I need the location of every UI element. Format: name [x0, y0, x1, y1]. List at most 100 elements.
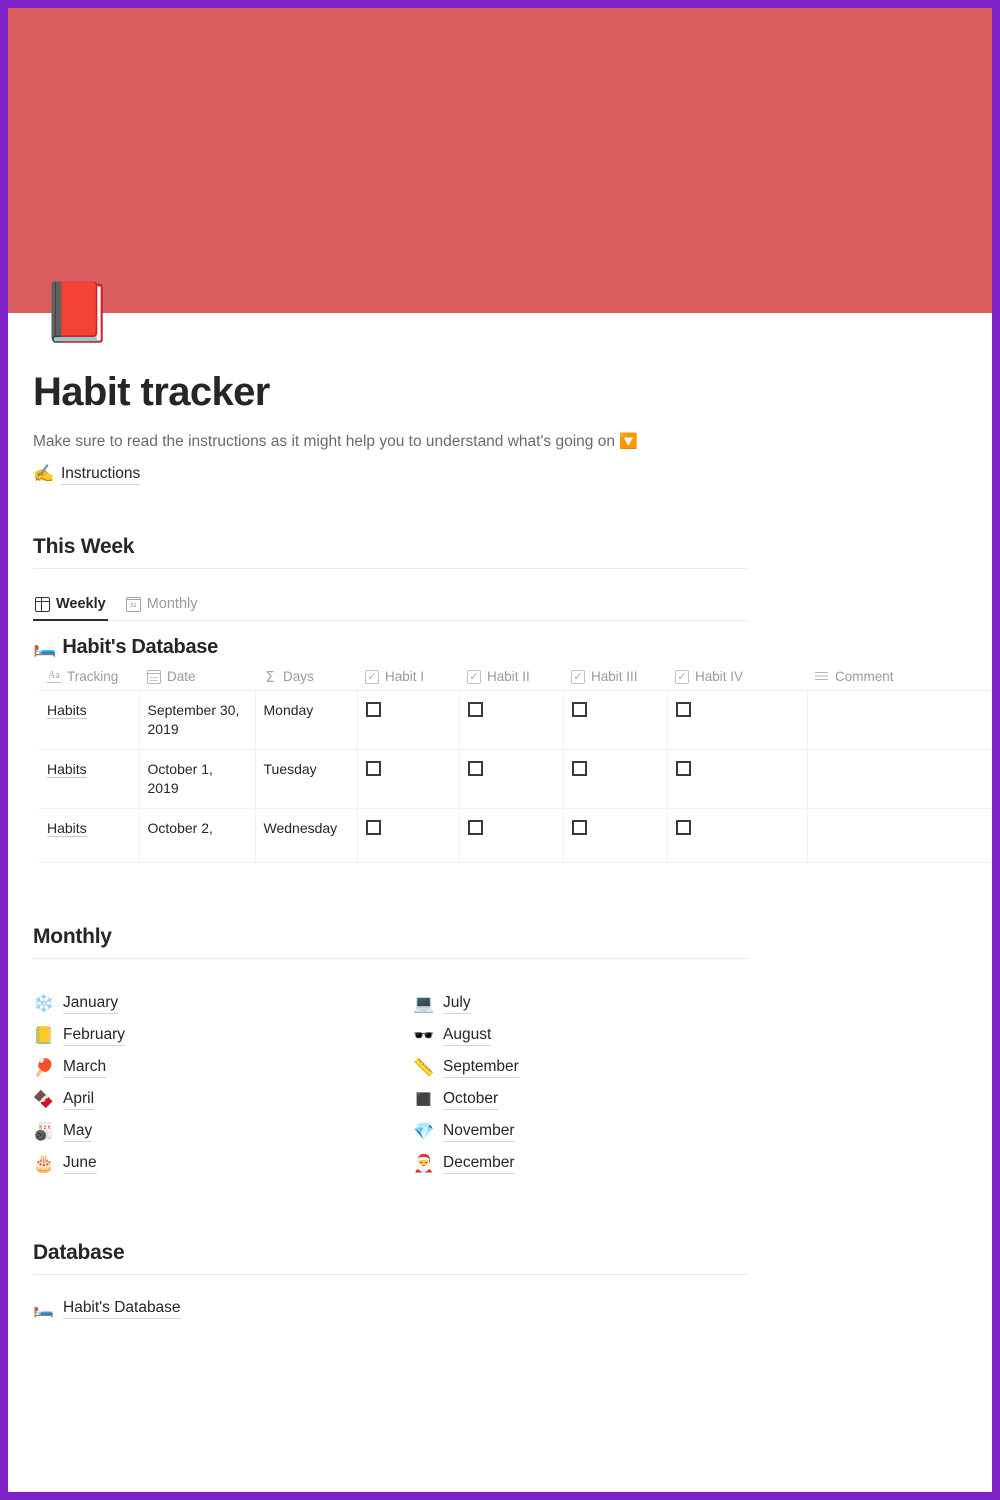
habit-checkbox[interactable] [675, 761, 691, 776]
cell-habit-2[interactable] [459, 749, 564, 809]
tab-monthly[interactable]: 31 Monthly [124, 596, 200, 620]
column-header-habit-3[interactable]: ✓ Habit III [563, 665, 667, 691]
cell-habit-2[interactable] [459, 808, 564, 863]
column-header-habit-2[interactable]: ✓ Habit II [459, 665, 563, 691]
column-header-comment[interactable]: Comment [807, 665, 992, 691]
database-title-row: 🛏️ Habit's Database [33, 635, 992, 659]
cell-tracking[interactable]: Habits [39, 690, 140, 750]
habit-checkbox[interactable] [467, 761, 483, 776]
month-link-february[interactable]: 📒 February [33, 1019, 413, 1051]
habit-checkbox[interactable] [365, 702, 381, 717]
habit-checkbox[interactable] [467, 702, 483, 717]
month-label[interactable]: May [63, 1120, 93, 1142]
month-link-march[interactable]: 🏓 March [33, 1051, 413, 1083]
text-aa-icon: Aa [47, 670, 61, 683]
tab-weekly[interactable]: Weekly [33, 596, 108, 621]
habit-checkbox[interactable] [571, 761, 587, 776]
habits-database-link[interactable]: Habit's Database [63, 1297, 181, 1319]
cell-tracking[interactable]: Habits [39, 808, 140, 863]
cell-comment[interactable] [807, 808, 992, 863]
page-subtitle: Make sure to read the instructions as it… [33, 431, 992, 453]
month-label[interactable]: February [63, 1024, 126, 1046]
month-link-january[interactable]: ❄️ January [33, 987, 413, 1019]
instructions-link[interactable]: Instructions [61, 463, 141, 485]
habits-database-table: Aa Tracking Date Σ Days ✓ Habit I ✓ Habi… [39, 665, 992, 863]
month-label[interactable]: September [443, 1056, 519, 1078]
month-link-august[interactable]: 🕶️ August [413, 1019, 793, 1051]
month-link-june[interactable]: 🎂 June [33, 1147, 413, 1179]
month-label[interactable]: December [443, 1152, 515, 1174]
habit-checkbox[interactable] [675, 820, 691, 835]
cell-habit-4[interactable] [667, 808, 808, 863]
month-link-september[interactable]: 📏 September [413, 1051, 793, 1083]
cell-days[interactable]: Wednesday [255, 808, 358, 863]
cell-habit-3[interactable] [563, 749, 668, 809]
monthly-heading: Monthly [33, 925, 112, 948]
cell-habit-3[interactable] [563, 690, 668, 750]
tracking-link[interactable]: Habits [47, 702, 87, 719]
habit-checkbox[interactable] [365, 761, 381, 776]
page-subtitle-text: Make sure to read the instructions as it… [33, 433, 620, 450]
month-links-grid: ❄️ January 📒 February 🏓 March 🍫 April 🎳 … [33, 987, 992, 1179]
habit-checkbox[interactable] [571, 702, 587, 717]
section-divider [33, 958, 748, 959]
tracking-link[interactable]: Habits [47, 820, 87, 837]
ruler-emoji: 📏 [413, 1057, 435, 1077]
month-link-may[interactable]: 🎳 May [33, 1115, 413, 1147]
sigma-icon: Σ [265, 667, 275, 686]
cell-habit-2[interactable] [459, 690, 564, 750]
ping-pong-emoji: 🏓 [33, 1057, 55, 1077]
column-header-habit-1[interactable]: ✓ Habit I [357, 665, 459, 691]
month-link-april[interactable]: 🍫 April [33, 1083, 413, 1115]
cell-date[interactable]: September 30, 2019 [139, 690, 256, 750]
column-header-tracking[interactable]: Aa Tracking [39, 665, 139, 691]
instructions-link-row[interactable]: ✍️ Instructions [33, 463, 992, 485]
view-tabbar: Weekly 31 Monthly [33, 583, 748, 621]
habit-checkbox[interactable] [571, 820, 587, 835]
table-row[interactable]: Habits October 2, Wednesday [39, 808, 992, 863]
habits-database-link-row[interactable]: 🛏️ Habit's Database [33, 1297, 992, 1319]
month-label[interactable]: October [443, 1088, 499, 1110]
cell-comment[interactable] [807, 690, 992, 750]
cell-days[interactable]: Monday [255, 690, 358, 750]
month-column-left: ❄️ January 📒 February 🏓 March 🍫 April 🎳 … [33, 987, 413, 1179]
cell-habit-4[interactable] [667, 749, 808, 809]
month-link-july[interactable]: 💻 July [413, 987, 793, 1019]
cell-tracking[interactable]: Habits [39, 749, 140, 809]
page-cover-banner [8, 8, 992, 313]
column-header-habit-4[interactable]: ✓ Habit IV [667, 665, 807, 691]
cell-habit-1[interactable] [357, 749, 460, 809]
this-week-heading: This Week [33, 535, 135, 558]
column-header-date[interactable]: Date [139, 665, 255, 691]
habit-checkbox[interactable] [675, 702, 691, 717]
month-label[interactable]: March [63, 1056, 107, 1078]
month-link-november[interactable]: 💎 November [413, 1115, 793, 1147]
month-label[interactable]: July [443, 992, 471, 1014]
month-label[interactable]: April [63, 1088, 95, 1110]
cell-date[interactable]: October 2, [139, 808, 256, 863]
calendar-icon: 31 [125, 596, 141, 612]
database-section: Database 🛏️ Habit's Database [33, 1241, 992, 1319]
cell-habit-4[interactable] [667, 690, 808, 750]
habit-checkbox[interactable] [467, 820, 483, 835]
writing-hand-emoji: ✍️ [33, 464, 55, 483]
month-label[interactable]: June [63, 1152, 97, 1174]
month-link-october[interactable]: ◼️ October [413, 1083, 793, 1115]
habit-checkbox[interactable] [365, 820, 381, 835]
tracking-link[interactable]: Habits [47, 761, 87, 778]
column-header-days[interactable]: Σ Days [255, 665, 357, 691]
cell-habit-3[interactable] [563, 808, 668, 863]
table-row[interactable]: Habits October 1, 2019 Tuesday [39, 749, 992, 809]
tab-weekly-label: Weekly [56, 596, 106, 612]
cell-days[interactable]: Tuesday [255, 749, 358, 809]
month-link-december[interactable]: 🎅 December [413, 1147, 793, 1179]
cell-comment[interactable] [807, 749, 992, 809]
cell-habit-1[interactable] [357, 808, 460, 863]
sunglasses-emoji: 🕶️ [413, 1025, 435, 1045]
cell-date[interactable]: October 1, 2019 [139, 749, 256, 809]
month-label[interactable]: August [443, 1024, 492, 1046]
table-row[interactable]: Habits September 30, 2019 Monday [39, 690, 992, 750]
month-label[interactable]: November [443, 1120, 515, 1142]
month-label[interactable]: January [63, 992, 119, 1014]
cell-habit-1[interactable] [357, 690, 460, 750]
